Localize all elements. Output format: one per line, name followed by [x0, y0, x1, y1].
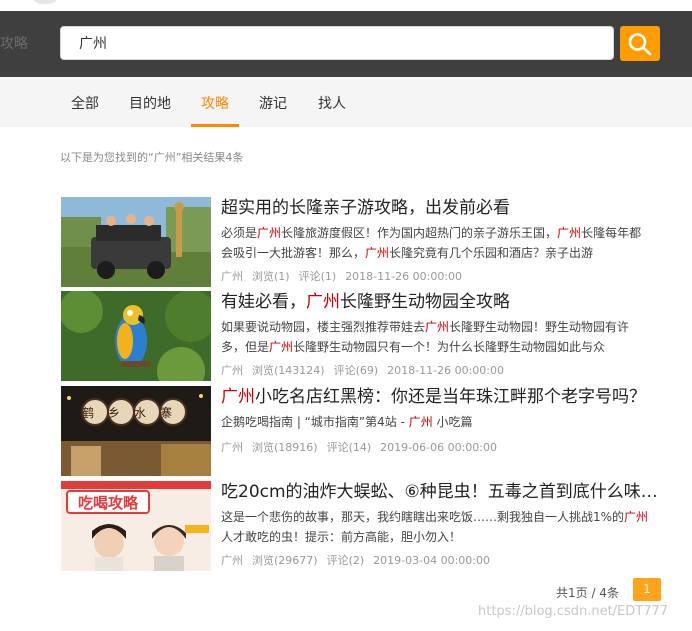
result-item[interactable]: 超实用的长隆亲子游攻略，出发前必看 必须是广州长隆旅游度假区！作为国内超热门的亲… — [61, 197, 671, 287]
search-input[interactable] — [60, 26, 614, 60]
result-snippet: 这是一个悲伤的故事，那天，我约瞎瞎出来吃饭……剩我独自一人挑战1%的广州人才敢吃… — [221, 510, 649, 544]
result-summary: 以下是为您找到的“广州”相关结果4条 — [60, 151, 244, 164]
result-title[interactable]: 广州小吃名店红黑榜：你还是当年珠江畔那个老字号吗？ — [221, 386, 666, 408]
result-thumbnail[interactable]: 鹤乡水寨 — [61, 386, 211, 476]
search-button[interactable] — [620, 26, 660, 61]
tab-all[interactable]: 全部 — [70, 77, 100, 127]
result-city: 广州 — [221, 270, 243, 283]
result-city: 广州 — [221, 554, 243, 567]
result-snippet: 必须是广州长隆旅游度假区！作为国内超热门的亲子游乐王国，广州长隆每年都会吸引一大… — [221, 226, 642, 260]
result-snippet: 企鹅吃喝指南 | “城市指南”第4站 - 广州 小吃篇 — [221, 415, 473, 429]
result-meta: 广州 浏览(29677) 评论(2) 2019-03-04 00:00:00 — [221, 552, 499, 568]
result-comments: 评论(14) — [326, 441, 372, 454]
category-tabs: 全部 目的地 攻略 游记 找人 — [0, 77, 692, 127]
result-thumbnail[interactable] — [61, 197, 211, 287]
result-snippet: 如果要说动物园，楼主强烈推荐带娃去广州长隆野生动物园！野生动物园有许多，但是广州… — [221, 320, 630, 354]
tab-guides[interactable]: 攻略 — [191, 77, 239, 127]
result-date: 2019-03-04 00:00:00 — [373, 554, 490, 567]
result-date: 2018-11-26 00:00:00 — [387, 364, 504, 377]
result-item[interactable]: 有娃必看，广州长隆野生动物园全攻略 如果要说动物园，楼主强烈推荐带娃去广州长隆野… — [61, 291, 671, 381]
result-meta: 广州 浏览(143124) 评论(69) 2018-11-26 00:00:00 — [221, 362, 513, 378]
tab-travelogues[interactable]: 游记 — [258, 77, 288, 127]
result-meta: 广州 浏览(18916) 评论(14) 2019-06-06 00:00:00 — [221, 439, 506, 455]
search-header: 攻略 — [0, 11, 692, 77]
watermark: https://blog.csdn.net/EDT777 — [478, 604, 669, 619]
pagination-info: 共1页 / 4条 — [556, 586, 619, 600]
result-views: 浏览(143124) — [252, 364, 325, 377]
logo-fragment — [30, 0, 60, 4]
result-views: 浏览(29677) — [252, 554, 318, 567]
header-ghost-label: 攻略 — [0, 36, 28, 52]
page-button-1[interactable]: 1 — [633, 578, 661, 601]
tab-people[interactable]: 找人 — [317, 77, 347, 127]
result-date: 2018-11-26 00:00:00 — [345, 270, 463, 283]
result-city: 广州 — [221, 364, 243, 377]
result-comments: 评论(1) — [298, 270, 337, 283]
result-thumbnail[interactable]: 吃喝攻略 — [61, 481, 211, 571]
thumb-sign-text: 鹤乡水寨 — [82, 405, 186, 420]
result-comments: 评论(2) — [326, 554, 365, 567]
result-meta: 广州 浏览(1) 评论(1) 2018-11-26 00:00:00 — [221, 268, 471, 284]
result-views: 浏览(18916) — [252, 441, 318, 454]
search-icon — [628, 33, 652, 56]
result-comments: 评论(69) — [333, 364, 379, 377]
result-title[interactable]: 吃20cm的油炸大蜈蚣、⑥种昆虫！五毒之首到底什么味道？ — [221, 481, 666, 503]
result-date: 2019-06-06 00:00:00 — [380, 441, 497, 454]
result-title[interactable]: 有娃必看，广州长隆野生动物园全攻略 — [221, 291, 666, 313]
tab-destination[interactable]: 目的地 — [128, 77, 172, 127]
result-views: 浏览(1) — [252, 270, 290, 283]
thumb-banner-text: 吃喝攻略 — [78, 494, 139, 512]
result-item[interactable]: 吃喝攻略 吃20cm的油炸大蜈蚣、⑥种昆虫！五毒之首到底什么味道？ 这是一个悲伤… — [61, 481, 671, 571]
result-title[interactable]: 超实用的长隆亲子游攻略，出发前必看 — [221, 197, 666, 219]
top-strip — [0, 0, 692, 11]
result-item[interactable]: 鹤乡水寨 广州小吃名店红黑榜：你还是当年珠江畔那个老字号吗？ 企鹅吃喝指南 | … — [61, 386, 671, 476]
result-thumbnail[interactable] — [61, 291, 211, 381]
result-city: 广州 — [221, 441, 243, 454]
